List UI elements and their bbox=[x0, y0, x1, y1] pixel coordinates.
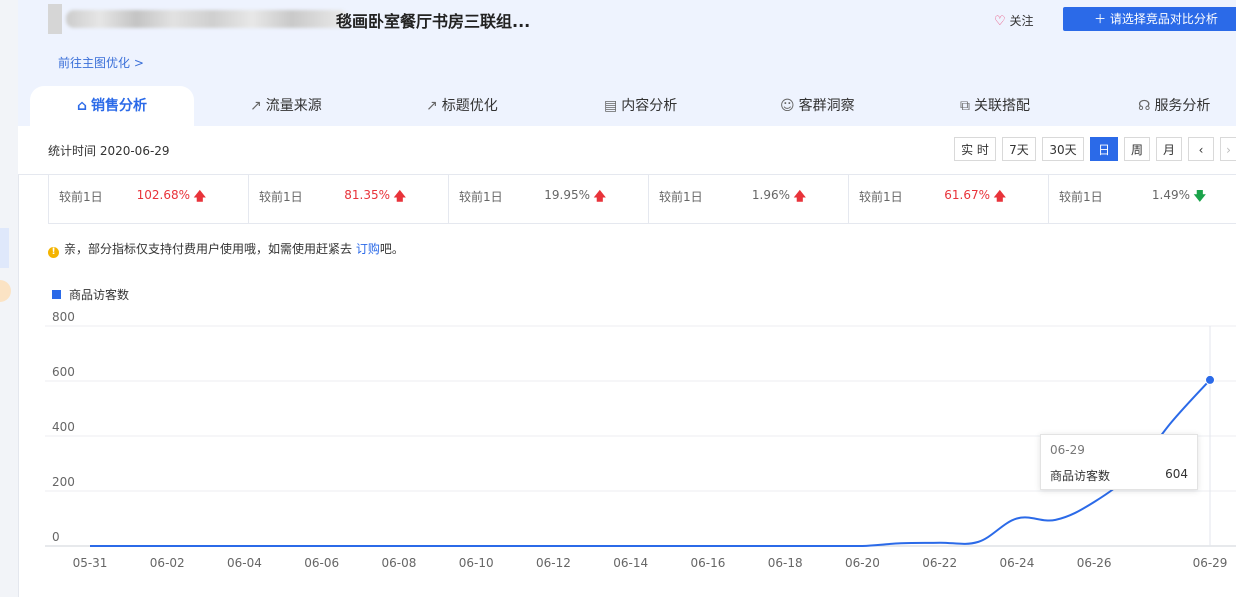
x-tick-label: 05-31 bbox=[73, 556, 108, 570]
y-tick-label: 0 bbox=[52, 530, 60, 544]
x-tick-label: 06-24 bbox=[999, 556, 1034, 570]
x-tick-label: 06-22 bbox=[922, 556, 957, 570]
tooltip-value: 604 bbox=[1165, 467, 1188, 481]
x-tick-label: 06-14 bbox=[613, 556, 648, 570]
chart-tooltip: 06-29 商品访客数 604 bbox=[1040, 434, 1198, 490]
x-tick-label: 06-10 bbox=[459, 556, 494, 570]
visitor-line-chart: 0 200 400 600 800 05-31 06-02 06-04 06-06 06-08 06… bbox=[45, 310, 1236, 570]
tooltip-date: 06-29 bbox=[1050, 443, 1085, 457]
x-tick-label: 06-29 bbox=[1193, 556, 1228, 570]
x-tick-label: 06-08 bbox=[382, 556, 417, 570]
x-tick-label: 06-02 bbox=[150, 556, 185, 570]
x-tick-label: 06-12 bbox=[536, 556, 571, 570]
y-tick-label: 400 bbox=[52, 420, 75, 434]
tooltip-series-name: 商品访客数 bbox=[1050, 469, 1111, 483]
x-tick-label: 06-20 bbox=[845, 556, 880, 570]
x-tick-label: 06-26 bbox=[1077, 556, 1112, 570]
x-tick-label: 06-16 bbox=[690, 556, 725, 570]
data-point-highlight bbox=[1205, 374, 1215, 385]
y-tick-label: 800 bbox=[52, 310, 75, 324]
x-tick-label: 06-06 bbox=[304, 556, 339, 570]
x-tick-label: 06-18 bbox=[768, 556, 803, 570]
y-tick-label: 600 bbox=[52, 365, 75, 379]
x-tick-label: 06-04 bbox=[227, 556, 262, 570]
y-tick-label: 200 bbox=[52, 475, 75, 489]
